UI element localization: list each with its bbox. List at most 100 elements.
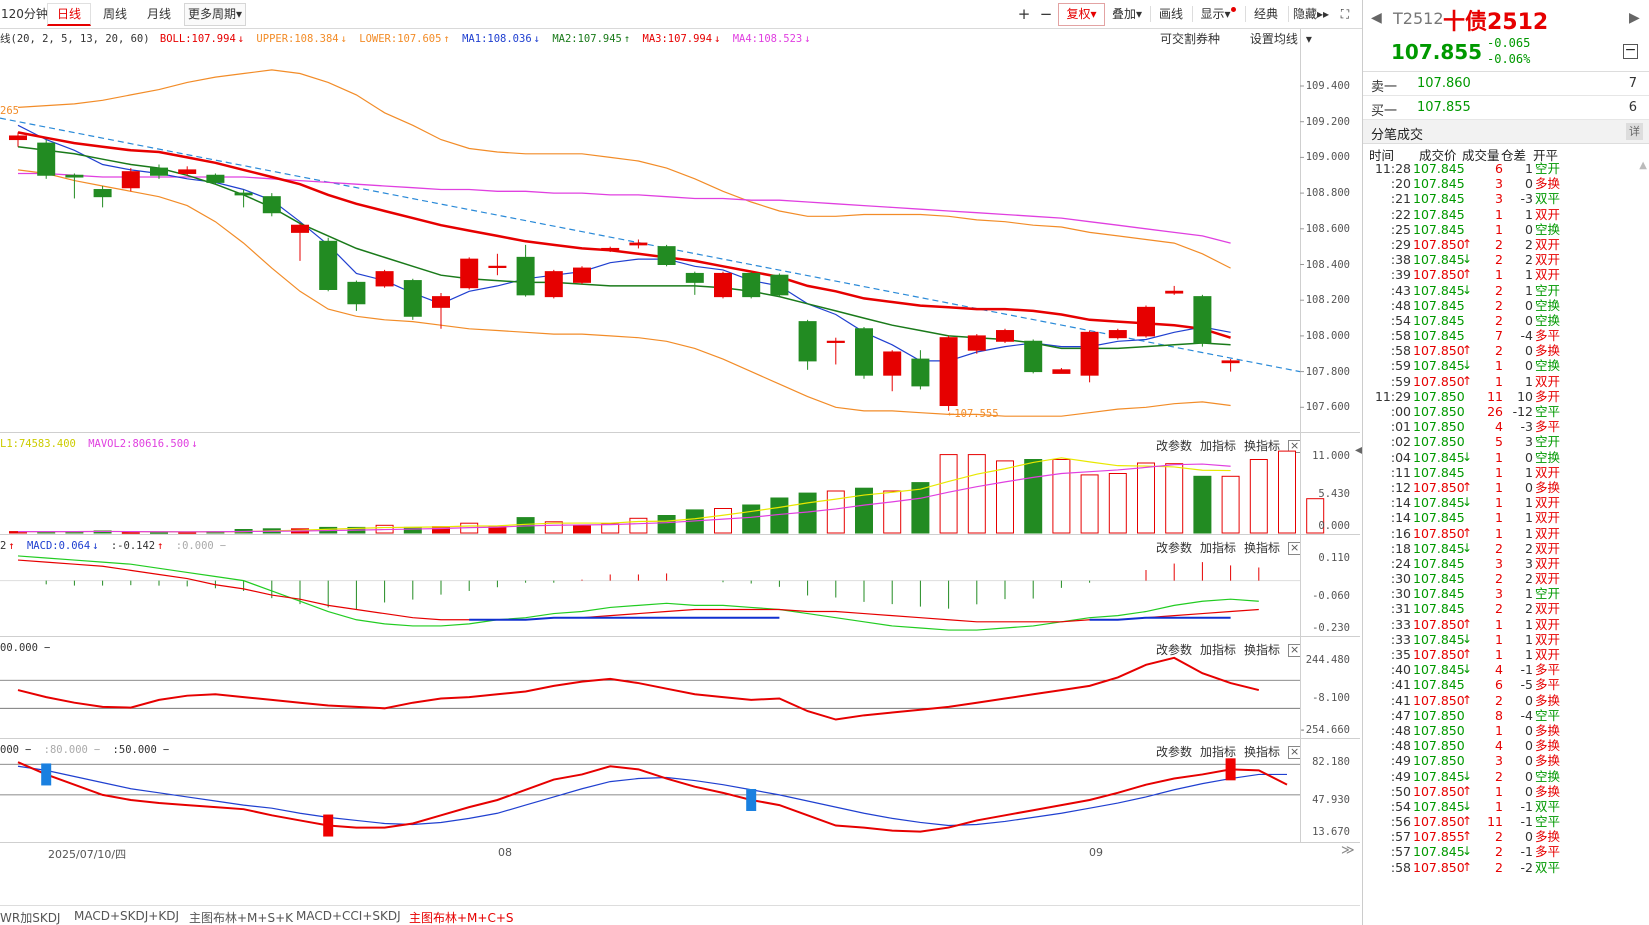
candle-body[interactable] xyxy=(911,358,930,387)
candle-body[interactable] xyxy=(347,281,366,305)
candle-body[interactable] xyxy=(65,174,84,178)
candle-body[interactable] xyxy=(37,142,56,176)
candle-body[interactable] xyxy=(319,240,338,290)
candle-body[interactable] xyxy=(1108,330,1127,339)
candle-body[interactable] xyxy=(178,169,197,174)
tick-price: 107.845 xyxy=(1413,312,1465,328)
tick-price: 107.845 xyxy=(1413,495,1465,511)
candle-body[interactable] xyxy=(403,280,422,317)
tick-row: :49 107.850 3 0 多换 xyxy=(1363,753,1649,768)
candle-body[interactable] xyxy=(1193,296,1212,344)
candle-body[interactable] xyxy=(1052,369,1071,374)
candle-body[interactable] xyxy=(206,174,225,183)
tick-volume: 1 xyxy=(1495,647,1503,662)
scroll-right-icon[interactable]: ≫ xyxy=(1341,843,1355,858)
period-month-button[interactable]: 月线 xyxy=(139,3,179,26)
tick-time: :57 xyxy=(1390,829,1411,845)
fuquan-dropdown[interactable]: 复权▾ xyxy=(1058,3,1105,26)
candle-body[interactable] xyxy=(742,272,761,298)
candle-body[interactable] xyxy=(9,135,27,141)
candle-body[interactable] xyxy=(685,272,704,283)
ticks-list[interactable]: 11:28 107.845 6 1 空开:20 107.845 3 0 多换:21 107.845… xyxy=(1363,161,1649,875)
candle-body[interactable] xyxy=(967,335,986,351)
candle-body[interactable] xyxy=(488,265,507,268)
ticks-title: 分笔成交 xyxy=(1371,128,1424,143)
tab-macd-cci-skdj[interactable]: MACD+CCI+SKDJ xyxy=(296,909,401,923)
candle-body[interactable] xyxy=(883,351,902,376)
toolbar-divider xyxy=(1288,6,1289,22)
tick-oi-change: 1 xyxy=(1525,464,1533,480)
candle-body[interactable] xyxy=(432,296,450,308)
candle-body[interactable] xyxy=(714,272,732,298)
tick-type: 双开 xyxy=(1535,510,1561,526)
tick-time: :41 xyxy=(1390,677,1411,693)
zoom-in-button[interactable]: + xyxy=(1014,3,1034,26)
candle-body[interactable] xyxy=(770,274,789,296)
candle-body[interactable] xyxy=(1137,306,1155,337)
tick-type: 双平 xyxy=(1535,798,1561,814)
tick-row: :02 107.850 5 3 空开 xyxy=(1363,434,1649,449)
candle-body[interactable] xyxy=(516,256,535,296)
cci-line xyxy=(17,656,1260,721)
draw-line-button[interactable]: 画线 xyxy=(1153,3,1189,26)
candle-body[interactable] xyxy=(798,321,817,362)
tick-volume: 2 xyxy=(1495,601,1503,617)
candle-body[interactable] xyxy=(544,271,563,298)
candle-body[interactable] xyxy=(573,267,591,283)
trend-line[interactable] xyxy=(0,117,1301,373)
candle-body[interactable] xyxy=(939,337,958,407)
tab-wr-skdj[interactable]: WR加SKDJ xyxy=(0,909,60,925)
candle-body[interactable] xyxy=(150,167,168,176)
candle-body[interactable] xyxy=(1080,331,1099,376)
tick-price: 107.845 xyxy=(1413,844,1465,860)
tick-type: 空换 xyxy=(1535,221,1561,237)
prev-contract-icon[interactable]: ◀ xyxy=(1371,10,1382,26)
tick-price: 107.850 xyxy=(1413,647,1465,662)
tab-macd-skdj-kdj[interactable]: MACD+SKDJ+KDJ xyxy=(74,909,179,923)
candle-body[interactable] xyxy=(93,189,112,198)
tick-time: :24 xyxy=(1390,555,1411,571)
more-period-dropdown[interactable]: 更多周期▾ xyxy=(184,3,246,26)
price-change: -0.065 -0.06% xyxy=(1487,35,1530,67)
candle-body[interactable] xyxy=(826,340,845,343)
period-120min-button[interactable]: 120分钟 xyxy=(0,3,48,26)
tick-oi-change: 0 xyxy=(1525,722,1533,738)
candle-body[interactable] xyxy=(291,224,309,233)
candle-body[interactable] xyxy=(375,271,394,287)
hide-panel-button[interactable]: 隐藏▸▸ xyxy=(1290,3,1332,26)
tab-boll-m-c-s[interactable]: 主图布林+M+C+S xyxy=(409,909,514,925)
tick-volume: 5 xyxy=(1495,434,1503,450)
zoom-out-button[interactable]: − xyxy=(1036,3,1056,26)
chart-canvas[interactable] xyxy=(0,29,1360,905)
tick-oi-change: -4 xyxy=(1520,328,1533,344)
candle-body[interactable] xyxy=(601,247,620,251)
period-day-button[interactable]: 日线 xyxy=(47,3,91,26)
tick-time: 11:29 xyxy=(1374,388,1411,404)
candle-body[interactable] xyxy=(121,171,140,189)
tick-row: :54 107.845 ↓ 1 -1 双平 xyxy=(1363,799,1649,814)
display-dropdown[interactable]: 显示▾ xyxy=(1195,3,1241,26)
candle-body[interactable] xyxy=(996,330,1014,342)
ticks-detail-button[interactable]: 详 xyxy=(1626,123,1643,140)
candle-body[interactable] xyxy=(460,258,479,289)
next-contract-icon[interactable]: ▶ xyxy=(1629,10,1640,26)
tick-type: 空开 xyxy=(1535,161,1561,176)
candle-body[interactable] xyxy=(1221,360,1240,364)
volume-series xyxy=(9,450,1325,534)
minimize-icon[interactable]: − xyxy=(1623,43,1638,59)
macd-dea-line xyxy=(17,559,1259,623)
candle-body[interactable] xyxy=(234,192,253,196)
candle-body[interactable] xyxy=(657,246,676,265)
classic-button[interactable]: 经典 xyxy=(1248,3,1284,26)
tab-boll-m-s-k[interactable]: 主图布林+M+S+K xyxy=(189,909,293,925)
tick-type: 多平 xyxy=(1535,419,1561,435)
candle-body[interactable] xyxy=(262,196,281,214)
period-week-button[interactable]: 周线 xyxy=(93,3,137,26)
candlestick-series[interactable] xyxy=(9,132,1240,411)
fullscreen-icon[interactable]: ⛶ xyxy=(1335,3,1355,26)
overlay-dropdown[interactable]: 叠加▾ xyxy=(1107,3,1147,26)
candle-body[interactable] xyxy=(1165,290,1184,294)
candle-body[interactable] xyxy=(855,328,873,376)
candle-body[interactable] xyxy=(629,242,648,246)
candle-body[interactable] xyxy=(1024,340,1043,373)
